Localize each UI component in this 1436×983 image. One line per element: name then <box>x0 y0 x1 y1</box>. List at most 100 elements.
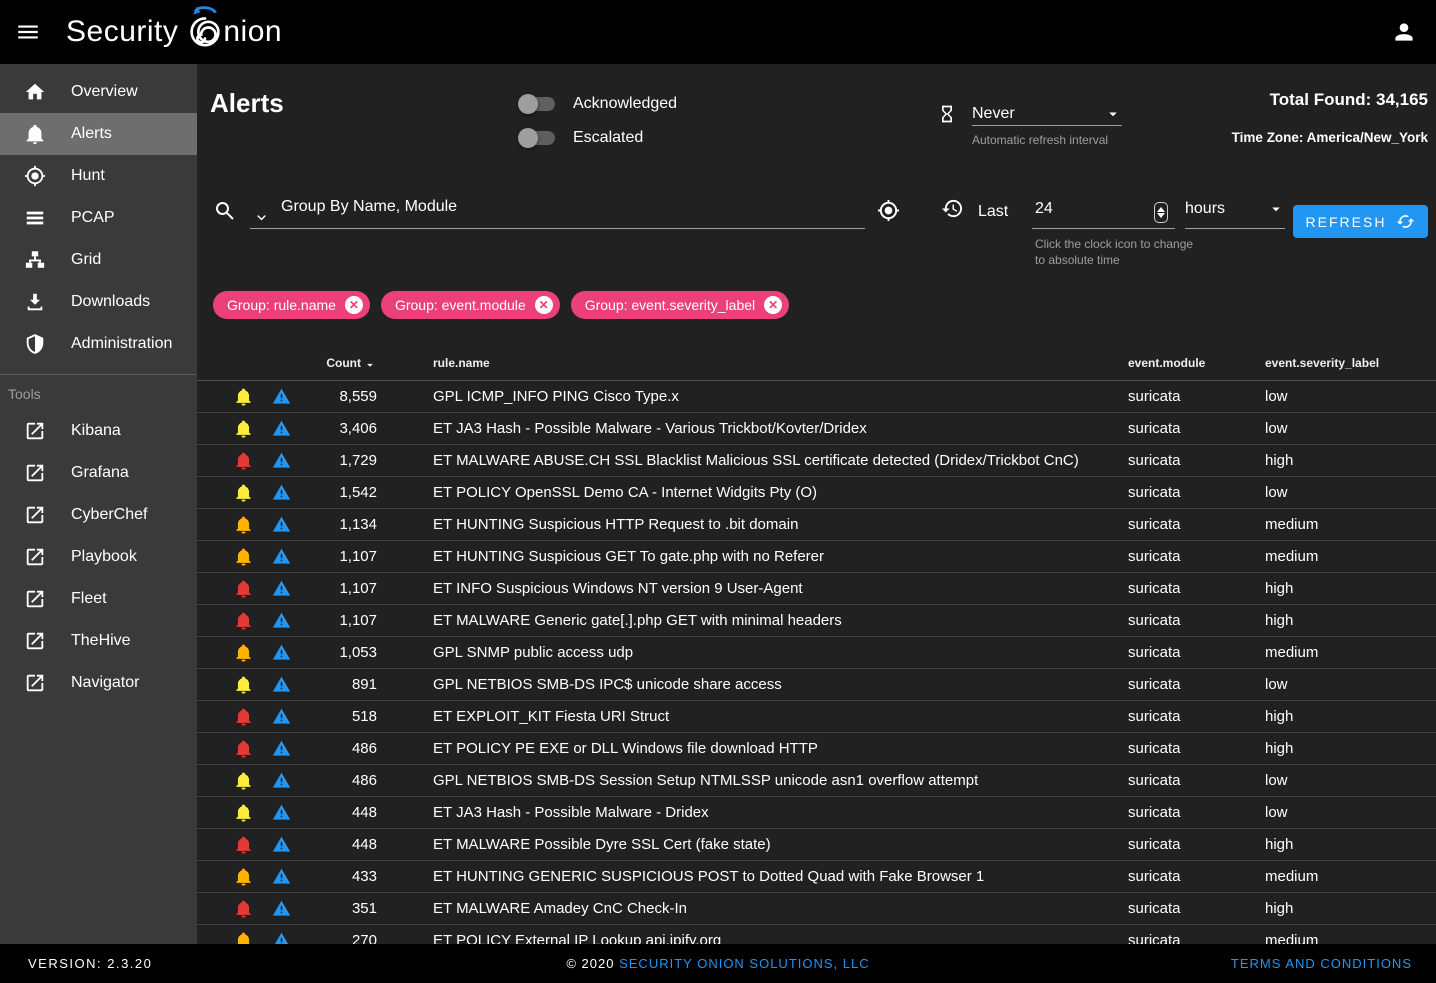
table-row[interactable]: 8,559 GPL ICMP_INFO PING Cisco Type.x su… <box>197 381 1436 413</box>
table-row[interactable]: 1,542 ET POLICY OpenSSL Demo CA - Intern… <box>197 477 1436 509</box>
chip-group-event-module[interactable]: Group: event.module ✕ <box>381 291 560 319</box>
alert-module[interactable]: suricata <box>1128 772 1265 789</box>
alert-rule-name[interactable]: ET EXPLOIT_KIT Fiesta URI Struct <box>377 708 1128 725</box>
alert-severity[interactable]: high <box>1265 740 1436 757</box>
alert-module[interactable]: suricata <box>1128 580 1265 597</box>
table-row[interactable]: 1,107 ET MALWARE Generic gate[.].php GET… <box>197 605 1436 637</box>
severity-bell-icon[interactable] <box>225 739 261 758</box>
severity-bell-icon[interactable] <box>225 611 261 630</box>
alert-severity[interactable]: high <box>1265 452 1436 469</box>
hamburger-menu-button[interactable] <box>4 8 52 56</box>
alert-rule-name[interactable]: ET MALWARE Possible Dyre SSL Cert (fake … <box>377 836 1128 853</box>
alert-rule-name[interactable]: ET HUNTING Suspicious GET To gate.php wi… <box>377 548 1128 565</box>
alert-rule-name[interactable]: ET POLICY OpenSSL Demo CA - Internet Wid… <box>377 484 1128 501</box>
alert-module[interactable]: suricata <box>1128 452 1265 469</box>
quick-filter-crosshairs-icon[interactable] <box>877 199 900 222</box>
table-row[interactable]: 270 ET POLICY External IP Lookup api.ipi… <box>197 925 1436 944</box>
sidebar-item-hunt[interactable]: Hunt <box>0 155 197 197</box>
alert-triangle-icon[interactable] <box>261 579 301 598</box>
alert-rule-name[interactable]: ET MALWARE Amadey CnC Check-In <box>377 900 1128 917</box>
severity-bell-icon[interactable] <box>225 451 261 470</box>
alert-module[interactable]: suricata <box>1128 548 1265 565</box>
alert-rule-name[interactable]: ET MALWARE Generic gate[.].php GET with … <box>377 612 1128 629</box>
search-input[interactable] <box>281 198 836 216</box>
alert-severity[interactable]: high <box>1265 900 1436 917</box>
alert-rule-name[interactable]: ET INFO Suspicious Windows NT version 9 … <box>377 580 1128 597</box>
table-row[interactable]: 486 ET POLICY PE EXE or DLL Windows file… <box>197 733 1436 765</box>
sidebar-item-overview[interactable]: Overview <box>0 71 197 113</box>
alert-rule-name[interactable]: ET POLICY External IP Lookup api.ipify.o… <box>377 932 1128 944</box>
alert-module[interactable]: suricata <box>1128 900 1265 917</box>
alert-module[interactable]: suricata <box>1128 420 1265 437</box>
alert-triangle-icon[interactable] <box>261 835 301 854</box>
alert-module[interactable]: suricata <box>1128 388 1265 405</box>
alert-severity[interactable]: high <box>1265 612 1436 629</box>
table-row[interactable]: 1,107 ET INFO Suspicious Windows NT vers… <box>197 573 1436 605</box>
table-row[interactable]: 448 ET JA3 Hash - Possible Malware - Dri… <box>197 797 1436 829</box>
alert-triangle-icon[interactable] <box>261 643 301 662</box>
alert-triangle-icon[interactable] <box>261 483 301 502</box>
severity-bell-icon[interactable] <box>225 803 261 822</box>
table-row[interactable]: 448 ET MALWARE Possible Dyre SSL Cert (f… <box>197 829 1436 861</box>
alert-triangle-icon[interactable] <box>261 803 301 822</box>
alert-severity[interactable]: high <box>1265 708 1436 725</box>
table-row[interactable]: 486 GPL NETBIOS SMB-DS Session Setup NTM… <box>197 765 1436 797</box>
chip-close-icon[interactable]: ✕ <box>764 296 782 314</box>
table-row[interactable]: 3,406 ET JA3 Hash - Possible Malware - V… <box>197 413 1436 445</box>
alert-triangle-icon[interactable] <box>261 867 301 886</box>
sidebar-item-pcap[interactable]: PCAP <box>0 197 197 239</box>
table-row[interactable]: 518 ET EXPLOIT_KIT Fiesta URI Struct sur… <box>197 701 1436 733</box>
alert-rule-name[interactable]: ET POLICY PE EXE or DLL Windows file dow… <box>377 740 1128 757</box>
severity-bell-icon[interactable] <box>225 675 261 694</box>
alert-rule-name[interactable]: GPL NETBIOS SMB-DS IPC$ unicode share ac… <box>377 676 1128 693</box>
alert-severity[interactable]: medium <box>1265 644 1436 661</box>
alert-rule-name[interactable]: ET MALWARE ABUSE.CH SSL Blacklist Malici… <box>377 452 1128 469</box>
alert-severity[interactable]: medium <box>1265 548 1436 565</box>
sidebar-tool-grafana[interactable]: Grafana <box>0 452 197 494</box>
alert-module[interactable]: suricata <box>1128 932 1265 944</box>
search-options-chevron-icon[interactable] <box>253 209 270 226</box>
alert-module[interactable]: suricata <box>1128 612 1265 629</box>
alert-triangle-icon[interactable] <box>261 419 301 438</box>
alert-rule-name[interactable]: ET HUNTING Suspicious HTTP Request to .b… <box>377 516 1128 533</box>
alert-module[interactable]: suricata <box>1128 836 1265 853</box>
alert-triangle-icon[interactable] <box>261 739 301 758</box>
alert-triangle-icon[interactable] <box>261 675 301 694</box>
table-row[interactable]: 433 ET HUNTING GENERIC SUSPICIOUS POST t… <box>197 861 1436 893</box>
history-clock-icon[interactable] <box>941 197 964 220</box>
alert-severity[interactable]: low <box>1265 484 1436 501</box>
sidebar-item-downloads[interactable]: Downloads <box>0 281 197 323</box>
severity-bell-icon[interactable] <box>225 419 261 438</box>
severity-bell-icon[interactable] <box>225 707 261 726</box>
column-header-event-module[interactable]: event.module <box>1128 356 1265 370</box>
security-onion-logo[interactable]: Security nion <box>66 12 282 52</box>
severity-bell-icon[interactable] <box>225 387 261 406</box>
alert-module[interactable]: suricata <box>1128 484 1265 501</box>
column-header-count[interactable]: Count <box>301 354 377 372</box>
alert-severity[interactable]: low <box>1265 420 1436 437</box>
alert-severity[interactable]: low <box>1265 772 1436 789</box>
alert-severity[interactable]: medium <box>1265 516 1436 533</box>
chip-group-event-severity[interactable]: Group: event.severity_label ✕ <box>571 291 789 319</box>
alert-module[interactable]: suricata <box>1128 708 1265 725</box>
alert-severity[interactable]: low <box>1265 388 1436 405</box>
severity-bell-icon[interactable] <box>225 515 261 534</box>
alert-severity[interactable]: medium <box>1265 868 1436 885</box>
refresh-button[interactable]: REFRESH <box>1293 205 1428 238</box>
severity-bell-icon[interactable] <box>225 579 261 598</box>
alert-triangle-icon[interactable] <box>261 451 301 470</box>
alert-module[interactable]: suricata <box>1128 804 1265 821</box>
alert-rule-name[interactable]: ET JA3 Hash - Possible Malware - Various… <box>377 420 1128 437</box>
alert-triangle-icon[interactable] <box>261 515 301 534</box>
column-header-rule-name[interactable]: rule.name <box>377 356 1128 370</box>
alert-module[interactable]: suricata <box>1128 740 1265 757</box>
table-row[interactable]: 1,107 ET HUNTING Suspicious GET To gate.… <box>197 541 1436 573</box>
alert-rule-name[interactable]: GPL ICMP_INFO PING Cisco Type.x <box>377 388 1128 405</box>
sidebar-tool-navigator[interactable]: Navigator <box>0 662 197 704</box>
alert-triangle-icon[interactable] <box>261 707 301 726</box>
sidebar-tool-cyberchef[interactable]: CyberChef <box>0 494 197 536</box>
table-row[interactable]: 1,134 ET HUNTING Suspicious HTTP Request… <box>197 509 1436 541</box>
alert-module[interactable]: suricata <box>1128 516 1265 533</box>
terms-link[interactable]: TERMS AND CONDITIONS <box>1231 956 1412 971</box>
table-row[interactable]: 891 GPL NETBIOS SMB-DS IPC$ unicode shar… <box>197 669 1436 701</box>
